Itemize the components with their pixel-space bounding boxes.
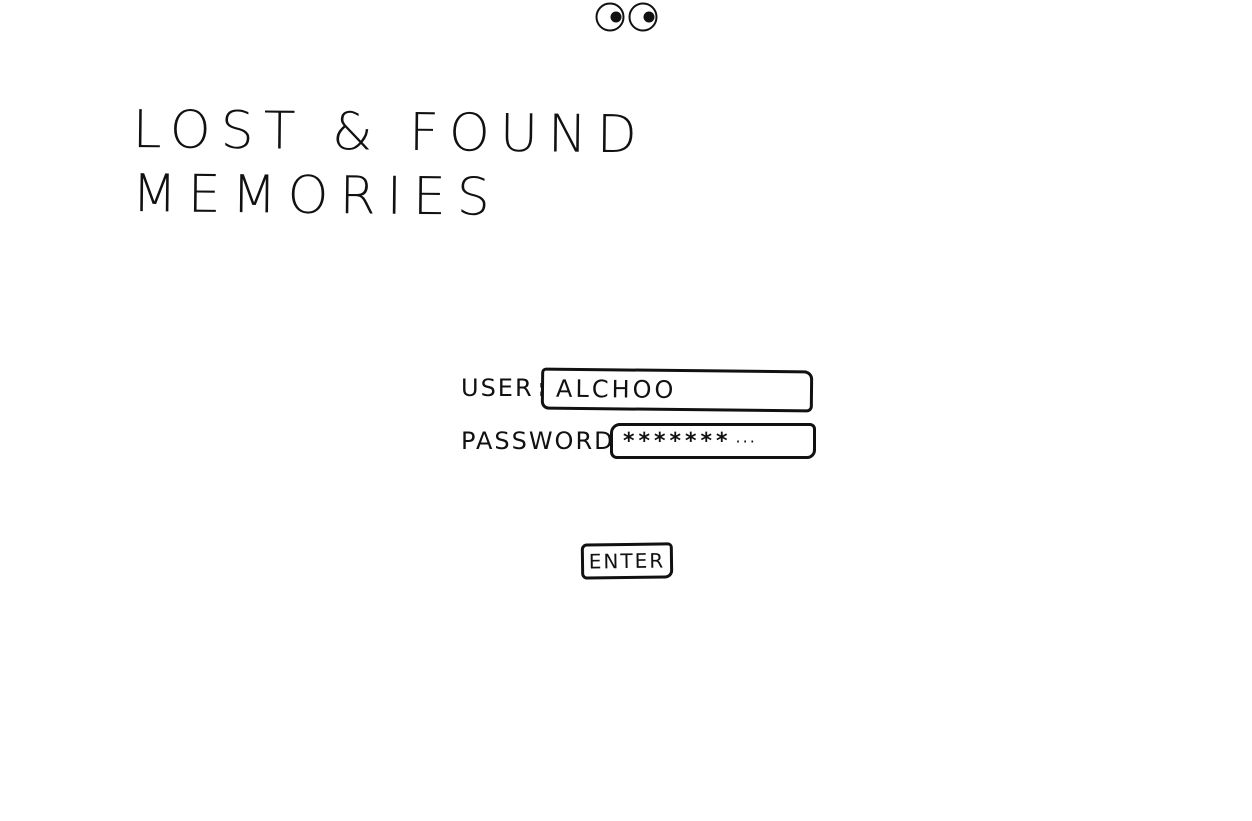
password-field[interactable]: ******* ··· — [610, 423, 816, 459]
password-label: PASSWORD: — [461, 427, 630, 455]
user-field-value: ALCHOO — [555, 374, 677, 404]
title-line-1: LOST & FOUND — [132, 99, 648, 166]
title-line-2: MEMORIES — [131, 163, 502, 228]
user-label-text: USER — [461, 374, 534, 402]
password-label-text: PASSWORD — [461, 427, 615, 455]
password-field-value: ******* — [623, 428, 732, 454]
enter-button[interactable]: ENTER — [580, 542, 674, 580]
user-field[interactable]: ALCHOO — [540, 367, 814, 413]
user-label: USER: — [461, 374, 549, 402]
googly-eyes-icon — [595, 2, 659, 32]
page-title: LOST & FOUND MEMORIES — [132, 98, 648, 231]
password-field-ellipsis: ··· — [735, 431, 757, 451]
